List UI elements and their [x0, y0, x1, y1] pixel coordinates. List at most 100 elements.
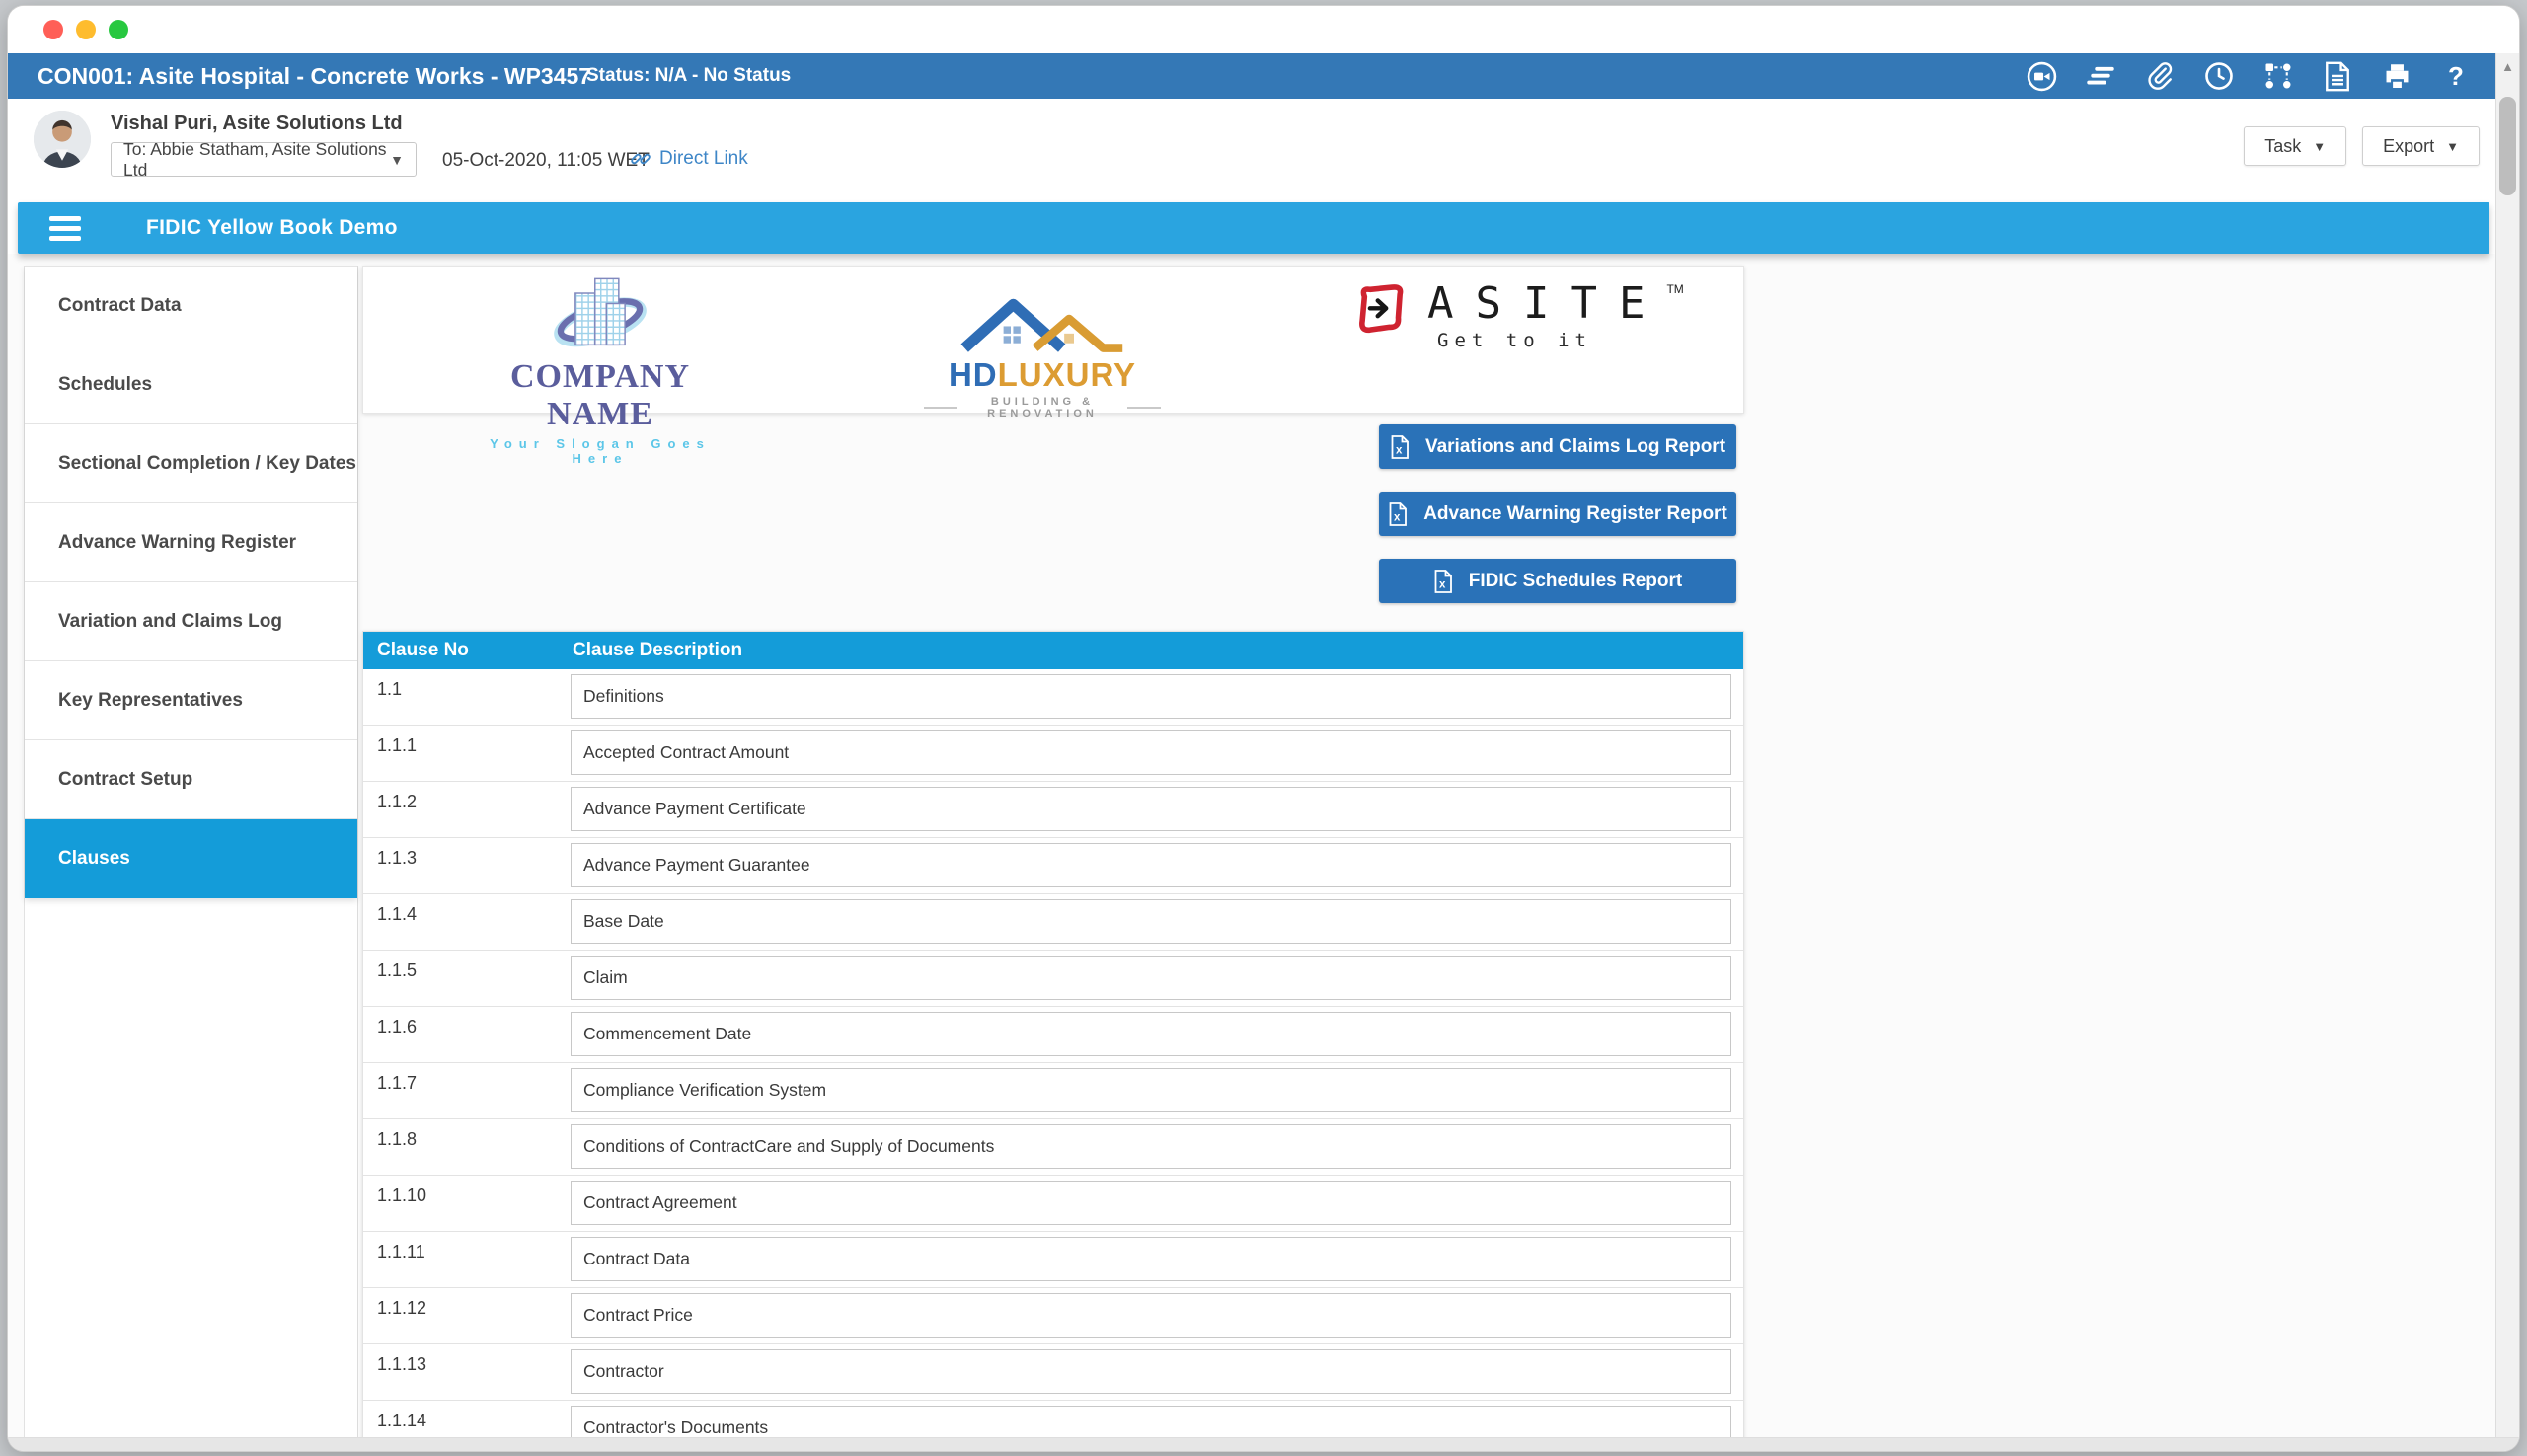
- page-title: CON001: Asite Hospital - Concrete Works …: [38, 63, 591, 90]
- workspace-header: CON001: Asite Hospital - Concrete Works …: [8, 53, 2519, 99]
- sidebar-item-clauses[interactable]: Clauses: [25, 819, 357, 898]
- company-name-text: COMPANY NAME: [457, 358, 743, 433]
- column-header-clause-no: Clause No: [363, 640, 571, 661]
- company-slogan-text: Your Slogan Goes Here: [457, 436, 743, 466]
- clause-no: 1.1.2: [377, 792, 417, 812]
- clause-description-input[interactable]: Commencement Date: [571, 1012, 1731, 1056]
- chevron-down-icon: ▼: [2446, 139, 2459, 154]
- clause-no: 1.1.14: [377, 1411, 426, 1431]
- sidebar-item-contract-data[interactable]: Contract Data: [25, 267, 357, 345]
- clause-description-input[interactable]: Contract Agreement: [571, 1181, 1731, 1225]
- clause-no: 1.1: [377, 679, 402, 700]
- svg-text:x: x: [1396, 444, 1403, 456]
- roofs-logo-icon: [954, 292, 1131, 355]
- advance-warning-register-report-button[interactable]: x Advance Warning Register Report: [1379, 492, 1736, 536]
- fidic-schedules-report-button[interactable]: x FIDIC Schedules Report: [1379, 559, 1736, 603]
- sidebar-item-contract-setup[interactable]: Contract Setup: [25, 740, 357, 819]
- table-row: 1.1.10Contract Agreement: [363, 1176, 1743, 1232]
- excel-report-icon: x: [1388, 502, 1408, 526]
- window-titlebar: [8, 6, 2519, 53]
- video-icon[interactable]: [2026, 60, 2057, 92]
- screenshot-stage: CON001: Asite Hospital - Concrete Works …: [0, 0, 2527, 1456]
- menu-icon[interactable]: [49, 211, 81, 246]
- clause-description-input[interactable]: Advance Payment Certificate: [571, 787, 1731, 831]
- clause-description-input[interactable]: Advance Payment Guarantee: [571, 843, 1731, 887]
- direct-link[interactable]: Direct Link: [630, 148, 748, 170]
- asite-cube-icon: [1354, 282, 1406, 338]
- sidebar-item-schedules[interactable]: Schedules: [25, 345, 357, 424]
- clause-description-input[interactable]: Conditions of ContractCare and Supply of…: [571, 1124, 1731, 1169]
- clause-description-input[interactable]: Definitions: [571, 674, 1731, 719]
- top-actions: Task ▼ Export ▼: [2244, 126, 2480, 166]
- table-row: 1.1.2 Advance Payment Certificate: [363, 782, 1743, 838]
- clause-no: 1.1.12: [377, 1298, 426, 1319]
- scroll-up-arrow-icon[interactable]: ▲: [2496, 53, 2519, 79]
- sidebar-item-sectional-completion[interactable]: Sectional Completion / Key Dates: [25, 424, 357, 503]
- form-title: FIDIC Yellow Book Demo: [146, 216, 398, 240]
- message-info-bar: Vishal Puri, Asite Solutions Ltd To: Abb…: [8, 99, 2519, 193]
- close-window-button[interactable]: [43, 20, 63, 39]
- hdluxury-logo: HDLUXURY BUILDING & RENOVATION: [924, 292, 1161, 420]
- clause-description-input[interactable]: Base Date: [571, 899, 1731, 944]
- excel-report-icon: x: [1390, 435, 1410, 459]
- table-row: 1.1.8 Conditions of ContractCare and Supp…: [363, 1119, 1743, 1176]
- table-row: 1.1.4 Base Date: [363, 894, 1743, 951]
- clause-no: 1.1.8: [377, 1129, 417, 1150]
- link-icon: [630, 148, 651, 170]
- direct-link-label: Direct Link: [659, 148, 748, 170]
- lines-icon[interactable]: [2085, 60, 2116, 92]
- table-row: 1.1.13 Contractor: [363, 1344, 1743, 1401]
- svg-text:x: x: [1439, 578, 1446, 590]
- task-button[interactable]: Task ▼: [2244, 126, 2346, 166]
- clause-no: 1.1.13: [377, 1354, 426, 1375]
- clause-no: 1.1.11: [377, 1242, 425, 1263]
- clause-no: 1.1.4: [377, 904, 417, 925]
- header-toolbar: ?: [2026, 53, 2472, 99]
- clauses-table-header: Clause No Clause Description: [363, 632, 1743, 669]
- sidebar-item-key-representatives[interactable]: Key Representatives: [25, 661, 357, 740]
- clauses-table: Clause No Clause Description 1.1 Definiti…: [362, 631, 1744, 1451]
- export-button[interactable]: Export ▼: [2362, 126, 2480, 166]
- vertical-scrollbar[interactable]: ▲: [2495, 53, 2519, 1439]
- asite-logo: ASITETM Get to it: [1354, 282, 1684, 351]
- clause-no: 1.1.7: [377, 1073, 417, 1094]
- table-row: 1.1.5 Claim: [363, 951, 1743, 1007]
- table-row: 1.1 Definitions: [363, 669, 1743, 726]
- recipient-dropdown-value: To: Abbie Statham, Asite Solutions Ltd: [123, 139, 390, 181]
- clause-description-input[interactable]: Contract Price: [571, 1293, 1731, 1338]
- minimize-window-button[interactable]: [76, 20, 96, 39]
- clause-description-input[interactable]: Contractor: [571, 1349, 1731, 1394]
- clause-description-input[interactable]: Contract Data: [571, 1237, 1731, 1281]
- logos-panel: COMPANY NAME Your Slogan Goes Here HDLUX…: [362, 266, 1744, 414]
- column-header-clause-description: Clause Description: [571, 640, 742, 661]
- maximize-window-button[interactable]: [109, 20, 128, 39]
- clause-no: 1.1.5: [377, 960, 417, 981]
- table-row: 1.1.12 Contract Price: [363, 1288, 1743, 1344]
- chevron-down-icon: ▼: [2313, 139, 2326, 154]
- message-timestamp: 05-Oct-2020, 11:05 WET: [442, 150, 650, 172]
- history-icon[interactable]: [2203, 60, 2235, 92]
- document-icon[interactable]: [2322, 60, 2353, 92]
- form-sidebar: Contract Data Schedules Sectional Comple…: [24, 266, 358, 1439]
- sidebar-menu: Contract Data Schedules Sectional Comple…: [25, 266, 357, 898]
- table-row: 1.1.11 Contract Data: [363, 1232, 1743, 1288]
- sidebar-item-variation-claims-log[interactable]: Variation and Claims Log: [25, 582, 357, 661]
- scrollbar-thumb[interactable]: [2499, 97, 2516, 195]
- table-row: 1.1.1 Accepted Contract Amount: [363, 726, 1743, 782]
- clause-description-input[interactable]: Claim: [571, 956, 1731, 1000]
- workflow-icon[interactable]: [2262, 60, 2294, 92]
- form-body: Contract Data Schedules Sectional Comple…: [8, 254, 2519, 1439]
- attachment-icon[interactable]: [2144, 60, 2176, 92]
- form-app-bar: FIDIC Yellow Book Demo: [18, 202, 2489, 254]
- variations-claims-log-report-button[interactable]: x Variations and Claims Log Report: [1379, 424, 1736, 469]
- clause-description-input[interactable]: Accepted Contract Amount: [571, 730, 1731, 775]
- clause-no: 1.1.1: [377, 735, 417, 756]
- recipient-dropdown[interactable]: To: Abbie Statham, Asite Solutions Ltd ▼: [111, 142, 417, 177]
- clause-no: 1.1.6: [377, 1017, 417, 1037]
- clause-description-input[interactable]: Compliance Verification System: [571, 1068, 1731, 1112]
- print-icon[interactable]: [2381, 60, 2412, 92]
- sidebar-item-advance-warning-register[interactable]: Advance Warning Register: [25, 503, 357, 582]
- asite-name-text: ASITE: [1427, 278, 1666, 329]
- table-row: 1.1.6 Commencement Date: [363, 1007, 1743, 1063]
- help-icon[interactable]: ?: [2440, 60, 2472, 92]
